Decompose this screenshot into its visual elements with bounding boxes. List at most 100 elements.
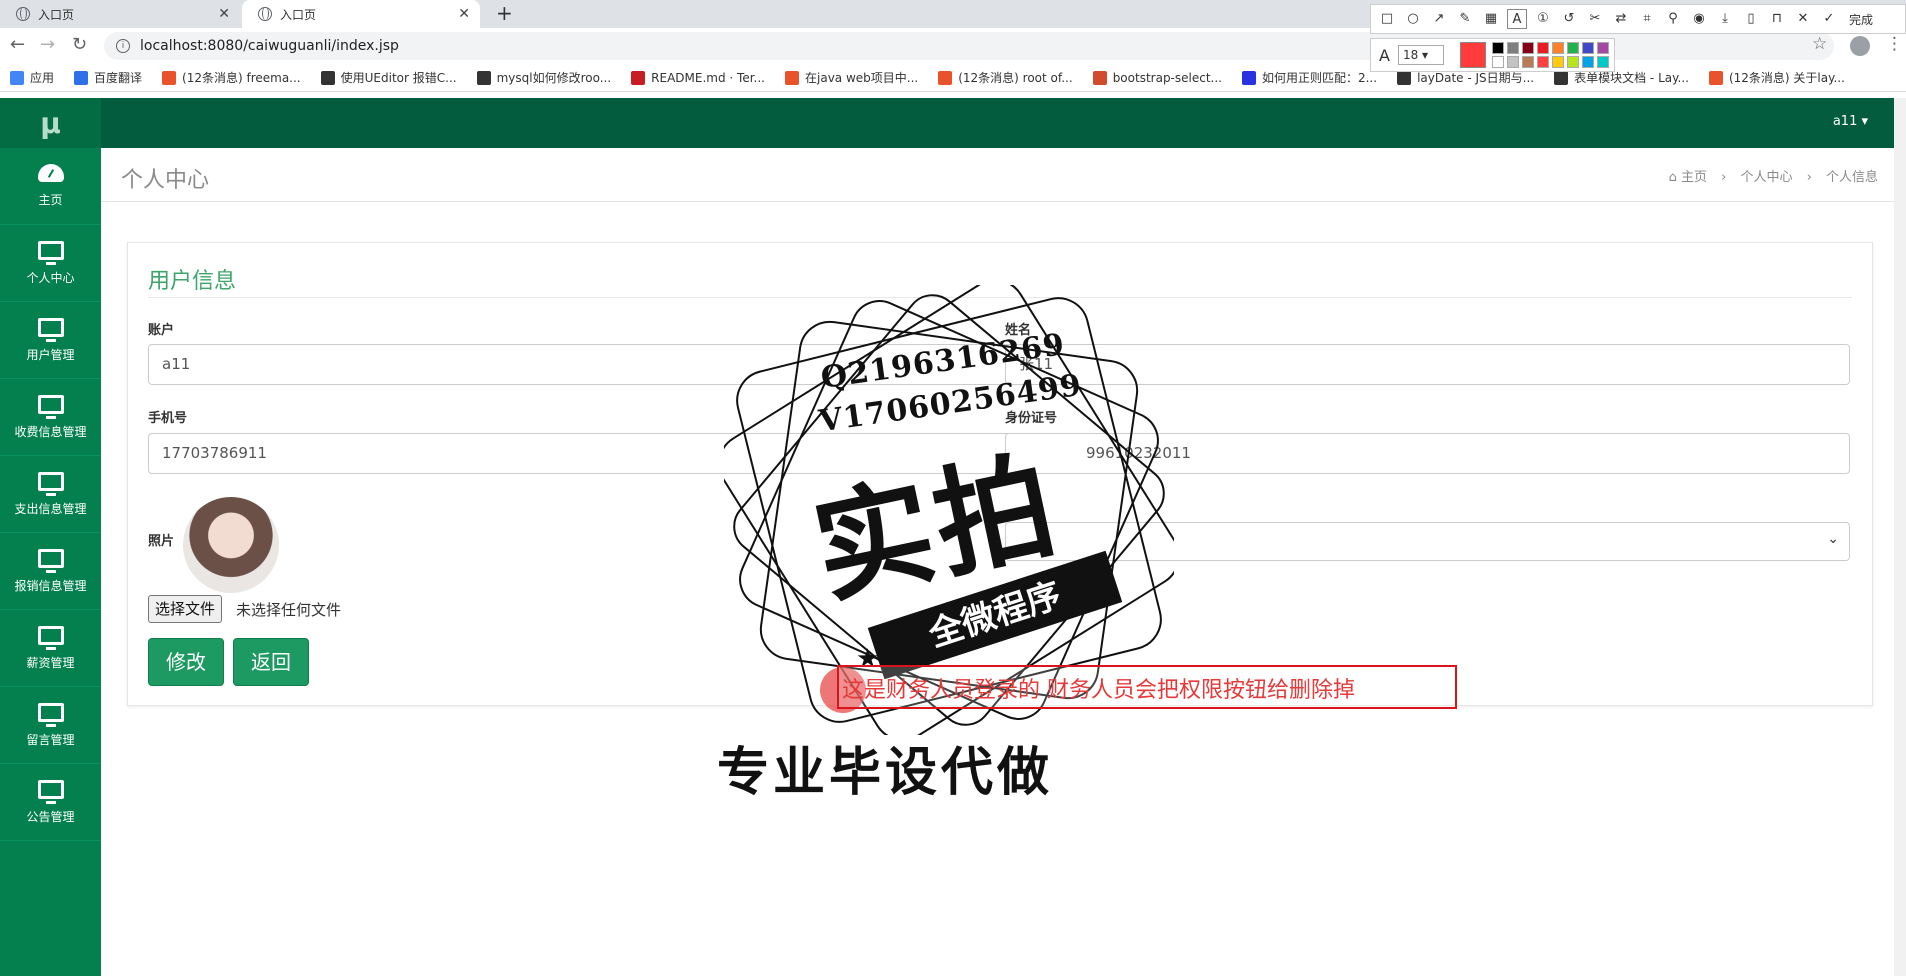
footer-heading: 专业毕设代做 — [717, 743, 1054, 803]
check-icon[interactable]: ✓ — [1819, 9, 1839, 29]
globe-icon — [258, 7, 272, 21]
pen-tool-icon[interactable]: ✎ — [1455, 9, 1475, 29]
color-swatch[interactable] — [1596, 56, 1609, 68]
translate-icon[interactable]: ⇄ — [1611, 9, 1631, 29]
bookmark-item[interactable]: 使用UEditor 报错C... — [320, 69, 457, 86]
arrow-tool-icon[interactable]: ↗ — [1429, 9, 1449, 29]
menu-kebab-icon[interactable]: ⋮ — [1886, 34, 1903, 54]
ellipse-tool-icon[interactable]: ○ — [1403, 9, 1423, 29]
apps-icon — [10, 70, 24, 85]
page-scrollbar[interactable] — [1894, 98, 1906, 976]
close-icon[interactable]: ✕ — [218, 6, 230, 22]
ocr-icon[interactable]: ⌗ — [1637, 9, 1657, 29]
color-swatch[interactable] — [1521, 56, 1534, 68]
color-swatch[interactable] — [1491, 56, 1504, 68]
profile-avatar[interactable] — [1850, 36, 1870, 56]
sidebar-item[interactable]: 公告管理 — [0, 764, 101, 841]
reload-icon[interactable]: ↻ — [72, 34, 87, 55]
sidebar-item[interactable]: 支出信息管理 — [0, 456, 101, 533]
breadcrumb-personal-center[interactable]: 个人中心 — [1740, 170, 1792, 185]
bookmark-item[interactable]: README.md · Ter... — [631, 70, 765, 85]
bookmark-item[interactable]: 应用 — [10, 69, 54, 86]
bookmark-favicon-icon — [162, 70, 177, 85]
phone-label: 手机号 — [148, 411, 188, 426]
number-tool-icon[interactable]: ① — [1533, 9, 1553, 29]
color-swatch[interactable] — [1596, 42, 1609, 54]
bookmark-label: 如何用正则匹配：2... — [1261, 71, 1378, 85]
home-icon: ⌂ — [1668, 170, 1677, 185]
undo-icon[interactable]: ↺ — [1559, 9, 1579, 29]
choose-file-button[interactable]: 选择文件 — [148, 595, 223, 623]
sidebar-item[interactable]: 留言管理 — [0, 687, 101, 764]
bookmark-item[interactable]: (12条消息) 关于lay... — [1708, 69, 1845, 86]
tab-title: 入口页 — [38, 7, 75, 22]
color-swatch[interactable] — [1551, 42, 1564, 54]
bookmark-item[interactable]: mysql如何修改roo... — [476, 69, 611, 86]
color-swatch[interactable] — [1521, 42, 1534, 54]
file-status: 未选择任何文件 — [236, 601, 342, 619]
app-logo[interactable]: μ — [0, 98, 101, 148]
bookmark-star-icon[interactable]: ☆ — [1812, 34, 1827, 54]
globe-icon — [16, 7, 30, 21]
sidebar-item[interactable]: 薪资管理 — [0, 610, 101, 687]
back-arrow-icon[interactable]: ← — [10, 34, 25, 55]
cut-icon[interactable]: ✂ — [1585, 9, 1605, 29]
bookmark-item[interactable]: 百度翻译 — [74, 69, 142, 86]
sidebar-item[interactable]: 报销信息管理 — [0, 533, 101, 610]
bookmark-item[interactable]: 如何用正则匹配：2... — [1241, 69, 1378, 86]
bookmarks-bar: 应用 百度翻译 (12条消息) freema... 使用UEditor 报错C... m… — [0, 64, 1906, 92]
bookmark-icon[interactable]: ⊓ — [1767, 9, 1787, 29]
color-swatch[interactable] — [1536, 42, 1549, 54]
cancel-icon[interactable]: ✕ — [1793, 9, 1813, 29]
monitor-icon — [37, 240, 64, 265]
mosaic-tool-icon[interactable]: ▦ — [1481, 9, 1501, 29]
sidebar-item[interactable]: 主页 — [0, 148, 101, 225]
bookmark-label: README.md · Ter... — [651, 70, 765, 85]
new-tab-button[interactable]: + — [496, 1, 513, 25]
bookmark-favicon-icon — [74, 70, 89, 85]
phone-icon[interactable]: ▯ — [1741, 9, 1761, 29]
sidebar-item-label: 收费信息管理 — [14, 424, 87, 439]
done-button[interactable]: 完成 — [1849, 11, 1873, 28]
sidebar-item-label: 公告管理 — [26, 809, 75, 824]
close-icon[interactable]: ✕ — [458, 6, 470, 22]
text-tool-icon[interactable]: A — [1507, 9, 1527, 29]
bookmark-favicon-icon — [785, 70, 799, 85]
color-swatch[interactable] — [1566, 42, 1579, 54]
font-size-select[interactable]: 18 ▾ — [1397, 45, 1444, 65]
sidebar-item[interactable]: 用户管理 — [0, 302, 101, 379]
bookmark-item[interactable]: 在java web项目中... — [785, 69, 918, 86]
back-button[interactable]: 返回 — [233, 638, 309, 686]
breadcrumb-personal-info: 个人信息 — [1825, 170, 1878, 185]
color-swatch[interactable] — [1506, 42, 1519, 54]
bookmark-item[interactable]: bootstrap-select... — [1092, 70, 1222, 85]
color-swatch[interactable] — [1506, 56, 1519, 68]
color-swatch[interactable] — [1536, 56, 1549, 68]
color-swatch[interactable] — [1566, 56, 1579, 68]
bookmark-item[interactable]: (12条消息) root of... — [938, 69, 1073, 86]
pin-icon[interactable]: ⚲ — [1663, 9, 1683, 29]
bookmark-label: 使用UEditor 报错C... — [340, 71, 457, 85]
forward-arrow-icon[interactable]: → — [40, 34, 55, 55]
sidebar-item[interactable]: 收费信息管理 — [0, 379, 101, 456]
record-icon[interactable]: ◉ — [1689, 9, 1709, 29]
info-icon[interactable]: i — [116, 39, 130, 53]
sidebar-item[interactable]: 个人中心 — [0, 225, 101, 302]
breadcrumb-home[interactable]: 主页 — [1681, 170, 1707, 185]
annotation-text[interactable]: 这是财务人员登录的 财务人员会把权限按钮给删除掉 — [842, 672, 1355, 704]
download-icon[interactable]: ⤓ — [1715, 9, 1735, 29]
color-swatch[interactable] — [1581, 42, 1594, 54]
color-swatch[interactable] — [1491, 42, 1504, 54]
monitor-icon — [37, 548, 64, 573]
bookmark-item[interactable]: (12条消息) freema... — [162, 69, 301, 86]
modify-button[interactable]: 修改 — [148, 638, 224, 686]
color-swatch[interactable] — [1551, 56, 1564, 68]
browser-tab-active[interactable]: 入口页 ✕ — [242, 0, 480, 28]
browser-tab[interactable]: 入口页 ✕ — [0, 0, 240, 28]
color-swatch[interactable] — [1581, 56, 1594, 68]
bookmark-favicon-icon — [320, 70, 335, 85]
user-menu[interactable]: a11 ▾ — [1833, 114, 1868, 129]
sidebar-item-label: 主页 — [38, 193, 63, 207]
rectangle-tool-icon[interactable]: □ — [1377, 9, 1397, 29]
current-color-swatch[interactable] — [1459, 42, 1486, 68]
